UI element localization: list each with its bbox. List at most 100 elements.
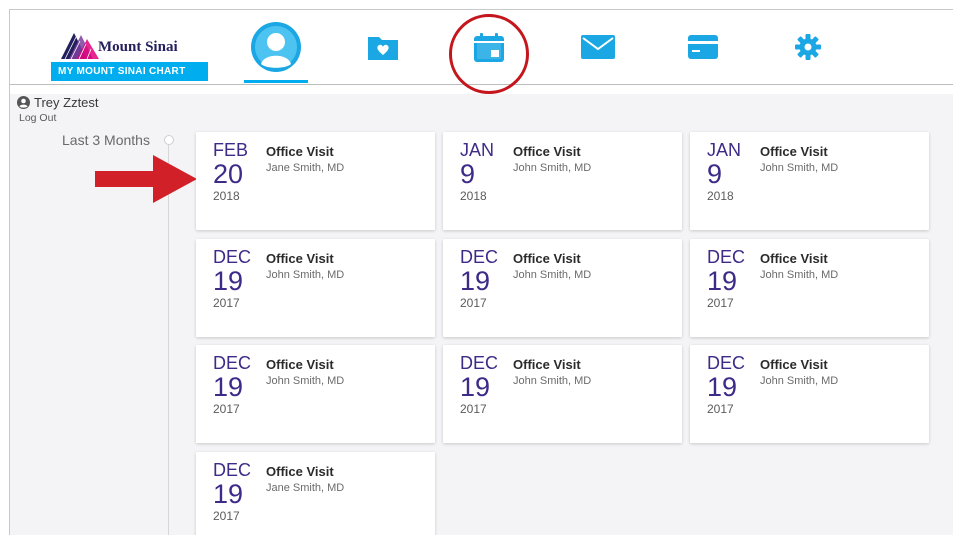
mount-sinai-logo[interactable]: Mount Sinai MY MOUNT SINAI CHART [51,29,208,81]
visit-day: 19 [213,266,244,296]
visit-type: Office Visit [760,144,828,159]
app-frame: Mount Sinai MY MOUNT SINAI CHART Trey Zz… [9,9,953,535]
top-navigation: Mount Sinai MY MOUNT SINAI CHART [10,10,953,94]
visit-month: DEC [460,353,499,373]
visit-card[interactable]: DEC 19 2017 Office Visit John Smith, MD [690,239,929,337]
visit-provider: John Smith, MD [266,375,345,387]
timeline-marker [164,135,174,145]
visit-date: DEC 19 2017 [213,460,257,523]
visit-info: Office Visit John Smith, MD [266,251,344,281]
visit-month: DEC [213,247,252,267]
nav-billing[interactable] [682,10,724,84]
visit-date: DEC 19 2017 [707,353,751,416]
visit-provider: John Smith, MD [513,375,592,387]
visit-year: 2017 [707,402,734,416]
visit-year: 2017 [707,296,734,310]
visit-month: DEC [707,247,746,267]
visit-month: DEC [460,247,499,267]
visit-day: 19 [460,266,491,296]
visit-day: 19 [707,266,738,296]
visit-month: JAN [460,140,495,160]
visit-type: Office Visit [266,144,334,159]
visit-day: 9 [707,159,723,189]
visit-date: DEC 19 2017 [213,353,257,416]
highlight-circle [449,14,529,94]
envelope-icon [581,35,615,59]
visit-info: Office Visit John Smith, MD [513,144,591,174]
nav-settings[interactable] [785,10,831,84]
timeline-label: Last 3 Months [62,132,150,148]
user-icon [17,96,30,109]
visit-date: DEC 19 2017 [460,247,504,310]
user-info: Trey Zztest [17,95,99,110]
visit-card[interactable]: DEC 19 2017 Office Visit John Smith, MD [196,239,435,337]
chart-name-bar: MY MOUNT SINAI CHART [51,62,208,81]
visit-type: Office Visit [513,144,581,159]
visit-type: Office Visit [513,357,581,372]
visit-year: 2018 [460,189,487,203]
user-name: Trey Zztest [34,95,99,110]
visit-info: Office Visit John Smith, MD [760,251,838,281]
logout-link[interactable]: Log Out [19,112,56,124]
visit-month: DEC [213,460,252,480]
visit-provider: John Smith, MD [760,162,839,174]
visit-year: 2017 [460,402,487,416]
visit-info: Office Visit John Smith, MD [513,251,591,281]
nav-appointments[interactable] [447,10,531,94]
visit-info: Office Visit Jane Smith, MD [266,144,344,174]
visit-date: DEC 19 2017 [460,353,504,416]
visit-date: DEC 19 2017 [707,247,751,310]
visit-info: Office Visit Jane Smith, MD [266,464,344,494]
visit-type: Office Visit [266,357,334,372]
visit-type: Office Visit [513,251,581,266]
visit-card[interactable]: DEC 19 2017 Office Visit Jane Smith, MD [196,452,435,535]
visit-provider: John Smith, MD [266,269,345,281]
gear-icon [795,34,821,60]
visit-date: DEC 19 2017 [213,247,257,310]
visit-info: Office Visit John Smith, MD [513,357,591,387]
credit-card-icon [688,35,718,59]
visit-provider: Jane Smith, MD [266,482,345,494]
visit-provider: Jane Smith, MD [266,162,345,174]
visit-card[interactable]: DEC 19 2017 Office Visit John Smith, MD [443,239,682,337]
visit-type: Office Visit [760,251,828,266]
visit-day: 19 [707,372,738,402]
visit-type: Office Visit [266,464,334,479]
visit-month: DEC [707,353,746,373]
health-records-icon [368,37,398,60]
visit-card[interactable]: DEC 19 2017 Office Visit John Smith, MD [196,345,435,443]
visit-day: 19 [213,372,244,402]
active-tab-indicator [244,80,308,83]
nav-profile[interactable] [244,10,308,84]
visit-card[interactable]: JAN 9 2018 Office Visit John Smith, MD [690,132,929,230]
visit-year: 2017 [213,296,240,310]
brand-name: Mount Sinai [98,39,178,55]
arrow-icon [95,155,197,203]
visit-year: 2018 [213,189,240,203]
mount-sinai-logo-icon [61,33,99,59]
nav-health-records[interactable] [360,10,406,84]
visit-month: FEB [213,140,249,160]
visit-provider: John Smith, MD [513,162,592,174]
visit-card[interactable]: DEC 19 2017 Office Visit John Smith, MD [443,345,682,443]
visit-provider: John Smith, MD [513,269,592,281]
visit-date: FEB 20 2018 [213,140,257,203]
visit-provider: John Smith, MD [760,375,839,387]
visit-info: Office Visit John Smith, MD [266,357,344,387]
visit-type: Office Visit [266,251,334,266]
profile-icon [251,22,301,72]
visit-month: JAN [707,140,742,160]
visit-year: 2017 [213,402,240,416]
visit-card[interactable]: JAN 9 2018 Office Visit John Smith, MD [443,132,682,230]
visit-card[interactable]: FEB 20 2018 Office Visit Jane Smith, MD [196,132,435,230]
visit-date: JAN 9 2018 [707,140,751,203]
visit-date: JAN 9 2018 [460,140,504,203]
visit-day: 9 [460,159,476,189]
visit-month: DEC [213,353,252,373]
visit-day: 19 [460,372,491,402]
visit-type: Office Visit [760,357,828,372]
nav-messages[interactable] [573,10,623,84]
visit-card[interactable]: DEC 19 2017 Office Visit John Smith, MD [690,345,929,443]
visit-info: Office Visit John Smith, MD [760,357,838,387]
visit-year: 2018 [707,189,734,203]
